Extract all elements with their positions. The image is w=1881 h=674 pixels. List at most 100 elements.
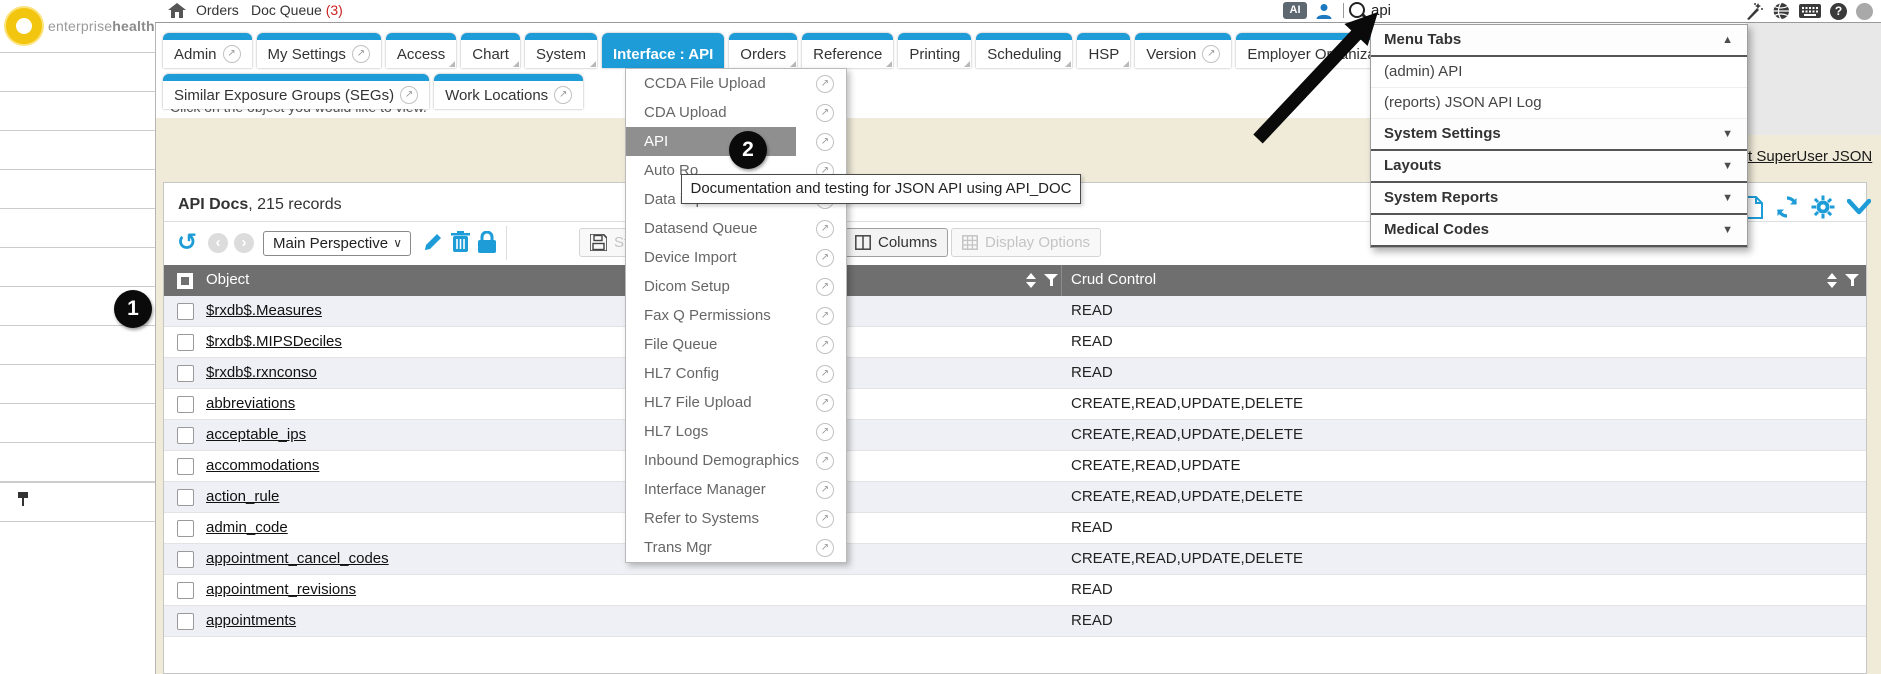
tab[interactable]: HSP [1077,33,1130,68]
object-link[interactable]: abbreviations [206,395,295,412]
search-input[interactable]: api [1371,2,1391,19]
tab[interactable]: Scheduling [976,33,1072,68]
external-arrow-icon[interactable]: ↗ [816,220,834,238]
column-header-object[interactable]: Object [206,271,249,288]
object-link[interactable]: admin_code [206,519,288,536]
sidebar-item[interactable] [0,403,155,442]
menu-item[interactable]: CDA Upload ↗ [626,98,846,127]
status-circle-icon[interactable] [1856,3,1873,20]
external-arrow-icon[interactable]: ↗ [816,75,834,93]
tab[interactable]: Work Locations ↗ [434,74,583,109]
tab[interactable]: Admin ↗ [163,33,252,68]
external-arrow-icon[interactable]: ↗ [816,336,834,354]
keyboard-icon[interactable] [1799,3,1821,19]
tab[interactable]: My Settings ↗ [257,33,381,68]
search-icon[interactable] [1349,2,1365,18]
collapse-chevron-icon[interactable] [1847,199,1871,215]
external-arrow-icon[interactable]: ↗ [816,539,834,557]
section-toggle-icon[interactable]: ▼ [1722,119,1733,149]
sidebar-item[interactable] [0,52,155,91]
sidebar-item[interactable] [0,130,155,169]
sidebar-item[interactable] [0,169,155,208]
external-arrow-icon[interactable]: ↗ [816,510,834,528]
section-toggle-icon[interactable]: ▲ [1722,25,1733,55]
external-arrow-icon[interactable]: ↗ [816,452,834,470]
wand-icon[interactable] [1744,2,1763,20]
external-arrow-icon[interactable]: ↗ [816,133,834,151]
external-arrow-icon[interactable]: ↗ [816,249,834,267]
columns-button[interactable]: Columns [844,228,948,257]
object-link[interactable]: appointment_cancel_codes [206,550,389,567]
globe-icon[interactable] [1772,2,1790,20]
object-link[interactable]: appointments [206,612,296,629]
external-arrow-icon[interactable]: ↗ [816,104,834,122]
menu-item[interactable]: Interface Manager ↗ [626,475,846,504]
external-arrow-icon[interactable]: ↗ [816,481,834,499]
search-dropdown-row[interactable]: Menu Tabs ▲ [1371,25,1747,57]
menu-item[interactable]: Dicom Setup ↗ [626,272,846,301]
user-icon[interactable] [1315,2,1333,20]
ai-badge-icon[interactable]: AI [1283,2,1307,19]
sidebar-item[interactable] [0,247,155,286]
row-checkbox[interactable] [177,458,194,475]
object-link[interactable]: action_rule [206,488,279,505]
external-arrow-icon[interactable]: ↗ [352,45,370,63]
row-checkbox[interactable] [177,303,194,320]
tab[interactable]: Interface : API [602,33,724,68]
tab[interactable]: Reference [802,33,893,68]
menu-item[interactable]: File Queue ↗ [626,330,846,359]
delete-trash-icon[interactable] [451,231,470,253]
superuser-link[interactable]: t SuperUser JSON [1748,148,1872,165]
sort-icon[interactable] [1026,273,1037,288]
menu-item[interactable]: HL7 File Upload ↗ [626,388,846,417]
sidebar-item[interactable] [0,442,155,482]
row-checkbox[interactable] [177,613,194,630]
row-checkbox[interactable] [177,520,194,537]
object-link[interactable]: accommodations [206,457,319,474]
section-toggle-icon[interactable]: ▼ [1722,151,1733,181]
sidebar-pin-item[interactable] [0,482,155,522]
object-link[interactable]: acceptable_ips [206,426,306,443]
menu-item[interactable]: HL7 Logs ↗ [626,417,846,446]
perspective-select[interactable]: Main Perspective∨ [263,231,411,256]
search-dropdown-row[interactable]: (reports) JSON API Log [1371,88,1747,119]
filter-funnel-icon[interactable] [1044,273,1058,287]
row-checkbox[interactable] [177,427,194,444]
external-arrow-icon[interactable]: ↗ [816,365,834,383]
object-link[interactable]: $rxdb$.rxnconso [206,364,317,381]
home-icon[interactable] [168,3,186,18]
tab[interactable]: Version ↗ [1135,33,1231,68]
search-dropdown-row[interactable]: Medical Codes ▼ [1371,215,1747,247]
row-checkbox[interactable] [177,582,194,599]
tab[interactable]: Orders [729,33,797,68]
filter-funnel-icon[interactable] [1845,273,1859,287]
search-dropdown-row[interactable]: System Reports ▼ [1371,183,1747,215]
external-arrow-icon[interactable]: ↗ [816,394,834,412]
row-checkbox[interactable] [177,334,194,351]
menu-item[interactable]: Inbound Demographics ↗ [626,446,846,475]
column-header-crud-control[interactable]: Crud Control [1071,271,1156,288]
sidebar-item[interactable] [0,325,155,364]
row-checkbox[interactable] [177,396,194,413]
undo-icon[interactable]: ↻ [177,228,197,257]
tab[interactable]: Chart [461,33,520,68]
doc-queue-link[interactable]: Doc Queue (3) [251,2,343,18]
external-arrow-icon[interactable]: ↗ [554,86,572,104]
section-toggle-icon[interactable]: ▼ [1722,183,1733,213]
object-link[interactable]: appointment_revisions [206,581,356,598]
next-page-icon[interactable]: › [234,233,254,253]
tab[interactable]: Printing [898,33,971,68]
sort-icon[interactable] [1827,273,1838,288]
sidebar-item[interactable] [0,91,155,130]
external-arrow-icon[interactable]: ↗ [816,278,834,296]
external-arrow-icon[interactable]: ↗ [816,307,834,325]
edit-pencil-icon[interactable] [422,231,444,253]
menu-item[interactable]: CCDA File Upload ↗ [626,69,846,98]
object-link[interactable]: $rxdb$.Measures [206,302,322,319]
sidebar-item[interactable] [0,364,155,403]
menu-item[interactable]: HL7 Config ↗ [626,359,846,388]
section-toggle-icon[interactable]: ▼ [1722,215,1733,245]
external-arrow-icon[interactable]: ↗ [816,423,834,441]
tab[interactable]: Similar Exposure Groups (SEGs) ↗ [163,74,429,109]
orders-link[interactable]: Orders [196,2,239,18]
